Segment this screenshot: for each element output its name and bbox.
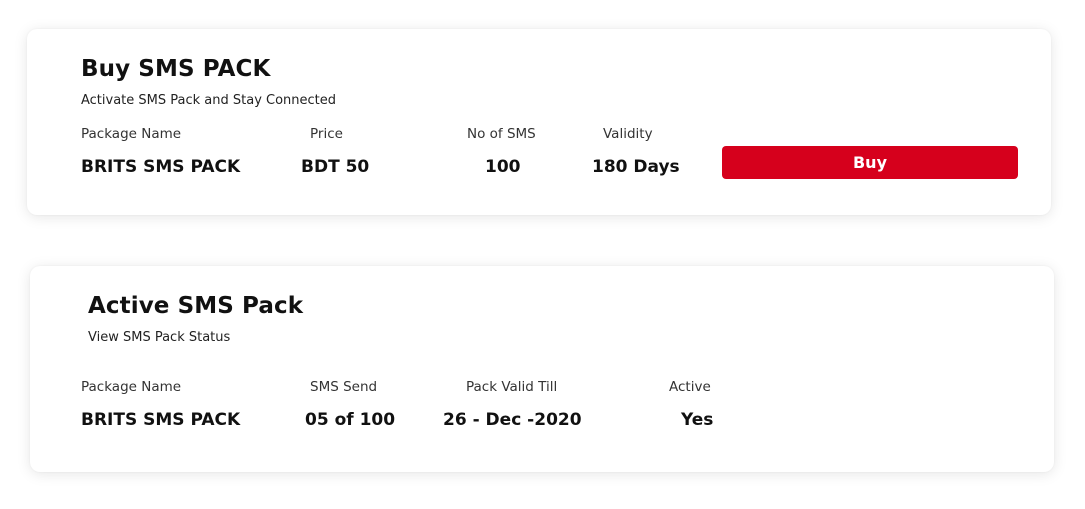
buy-pack-subtitle: Activate SMS Pack and Stay Connected [81, 93, 337, 108]
validity-label: Validity [603, 126, 653, 142]
package-name-label: Package Name [81, 126, 182, 142]
active-pack-subtitle: View SMS Pack Status [88, 330, 231, 345]
active-pack-title: Active SMS Pack [88, 293, 304, 319]
pack-valid-till-value: 26 - Dec -2020 [443, 410, 582, 430]
no-of-sms-label: No of SMS [467, 126, 536, 142]
active-package-name-label: Package Name [81, 379, 182, 395]
validity-value: 180 Days [592, 157, 680, 177]
active-label: Active [669, 379, 711, 395]
sms-send-label: SMS Send [310, 379, 378, 395]
buy-sms-pack-card: Buy SMS PACK Activate SMS Pack and Stay … [27, 29, 1051, 215]
no-of-sms-value: 100 [485, 157, 521, 177]
package-name-value: BRITS SMS PACK [81, 157, 241, 177]
active-status-value: Yes [681, 410, 714, 430]
active-package-name-value: BRITS SMS PACK [81, 410, 241, 430]
buy-button[interactable]: Buy [722, 146, 1018, 179]
price-label: Price [310, 126, 343, 142]
buy-pack-title: Buy SMS PACK [81, 56, 271, 82]
sms-send-value: 05 of 100 [305, 410, 396, 430]
price-value: BDT 50 [301, 157, 370, 177]
active-sms-pack-card: Active SMS Pack View SMS Pack Status Pac… [30, 266, 1054, 472]
pack-valid-till-label: Pack Valid Till [466, 379, 558, 395]
